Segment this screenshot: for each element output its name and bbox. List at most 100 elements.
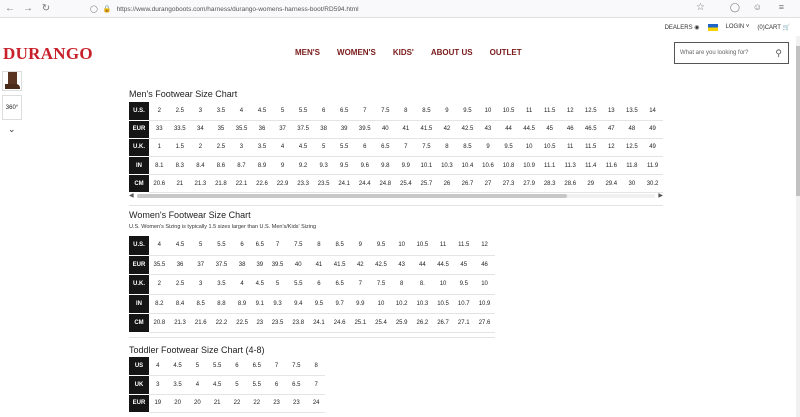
menu-icon[interactable]: ≡ <box>779 2 784 12</box>
nav-kids[interactable]: KIDS' <box>393 48 414 57</box>
size-cell: 42 <box>436 120 458 139</box>
size-cell: 7 <box>395 138 417 158</box>
address-bar[interactable]: ◯ 🔒 https://www.durangoboots.com/harness… <box>90 2 680 16</box>
nav-outlet[interactable]: OUTLET <box>490 48 522 57</box>
size-cell: 9 <box>436 102 458 121</box>
size-cell: 10 <box>477 102 499 121</box>
size-cell: 6.5 <box>252 236 268 256</box>
page-scrollbar-thumb[interactable] <box>796 46 800 196</box>
size-cell: 7 <box>267 236 288 256</box>
size-cell: 10.4 <box>457 156 478 176</box>
size-cell: 42.5 <box>457 120 478 139</box>
size-cell: 26.7 <box>432 313 454 334</box>
size-cell: 9.4 <box>287 294 309 315</box>
size-cell: 8.8 <box>211 294 232 315</box>
size-cell: 9 <box>272 156 293 176</box>
size-cell: 10.5 <box>412 236 433 256</box>
section-divider <box>129 337 495 338</box>
toddler-size-table: US 4 4.5 5 5.5 6 6.5 7 7.5 8 UK 3 3.5 4 4.5 5 5.5 6 6.5 7 EU… <box>129 357 325 413</box>
nav-womens[interactable]: WOMEN'S <box>337 48 376 57</box>
size-cell: 4 <box>231 274 253 295</box>
size-cell: 22.1 <box>231 174 252 194</box>
reload-icon[interactable]: ↻ <box>38 1 54 17</box>
table-row: UK 3 3.5 4 4.5 5 5.5 6 6.5 7 <box>129 375 325 395</box>
size-cell: 7 <box>307 375 325 395</box>
size-cell: 11 <box>518 102 540 121</box>
nav-mens[interactable]: MEN'S <box>295 48 320 57</box>
size-cell: 49 <box>642 120 663 139</box>
size-cell: 3 <box>190 274 212 295</box>
size-cell: 37 <box>190 255 212 276</box>
size-cell: 4 <box>149 236 170 256</box>
nav-about-us[interactable]: ABOUT US <box>431 48 473 57</box>
table-row: US 4 4.5 5 5.5 6 6.5 7 7.5 8 <box>129 357 325 376</box>
size-cell: 24.1 <box>333 174 355 194</box>
size-cell: 20.6 <box>149 174 170 194</box>
size-cell: 10.3 <box>436 156 458 176</box>
size-cell: 25.4 <box>370 313 392 334</box>
view-360-thumbnail[interactable]: 360° <box>2 95 22 120</box>
scroll-right-icon[interactable]: ▶ <box>658 192 663 199</box>
bookmark-star-icon[interactable]: ☆ <box>696 2 705 13</box>
shield-toolbar-icon[interactable]: ◯ <box>730 2 740 13</box>
size-cell: 40 <box>375 120 396 139</box>
scroll-thumb[interactable] <box>137 194 567 198</box>
row-header: CM <box>129 174 149 194</box>
size-cell: 36 <box>251 120 273 139</box>
size-cell: 45 <box>539 120 560 139</box>
row-header: U.S. <box>129 102 149 121</box>
size-cell: 10.3 <box>412 294 433 315</box>
thumbnail-next-chevron-icon[interactable]: ⌄ <box>8 124 16 135</box>
size-cell: 5 <box>188 357 207 376</box>
size-cell: 10.2 <box>391 294 413 315</box>
size-cell: 8.5 <box>190 294 212 315</box>
search-input[interactable]: What are you looking for? ⚲ <box>674 42 789 64</box>
size-cell: 35 <box>210 120 232 139</box>
size-cell: 42 <box>349 255 371 276</box>
cart-link[interactable]: (0)CART 🛒 <box>757 24 790 31</box>
size-cell: 28.6 <box>559 174 581 194</box>
login-link[interactable]: LOGIN ˅ <box>726 24 750 30</box>
size-cell: 6.5 <box>329 274 350 295</box>
utility-bar: DEALERS ◉ LOGIN ˅ (0)CART 🛒 <box>665 20 790 34</box>
size-cell: 8 <box>308 236 330 256</box>
size-cell: 48 <box>621 120 643 139</box>
table-row: CM 20.8 21.3 21.6 22.2 22.5 23 23.5 23.8 24.1 24.6… <box>129 313 495 334</box>
table-row: EUR 35.5 36 37 37.5 38 39 39.5 40 41 41.5 42 42.5 43 4… <box>129 255 495 276</box>
size-cell: 6 <box>313 102 334 121</box>
page-scrollbar[interactable] <box>796 36 800 417</box>
size-cell: 8 <box>391 274 413 295</box>
size-cell: 42.5 <box>370 255 392 276</box>
scroll-left-icon[interactable]: ◀ <box>129 192 134 199</box>
size-cell: 38 <box>231 255 253 276</box>
size-cell: 9.5 <box>333 156 355 176</box>
size-cell: 23 <box>267 394 286 413</box>
search-icon[interactable]: ⚲ <box>775 48 782 59</box>
size-cell: 36 <box>169 255 191 276</box>
size-cell: 3 <box>190 102 211 121</box>
account-icon[interactable]: ☺ <box>753 2 762 12</box>
size-cell: 44.5 <box>432 255 454 276</box>
size-cell: 11.1 <box>539 156 560 176</box>
size-cell: 1.5 <box>169 138 191 158</box>
size-cell: 47 <box>601 120 622 139</box>
product-thumbnail[interactable] <box>2 71 22 91</box>
size-cell: 20 <box>166 394 189 413</box>
dealers-link[interactable]: DEALERS ◉ <box>665 24 700 31</box>
lock-icon[interactable]: 🔒 <box>103 5 112 13</box>
table-row: U.S. 4 4.5 5 5.5 6 6.5 7 7.5 8 8.5 9 9.5 10 10.5 11 11.5… <box>129 236 495 256</box>
forward-arrow-icon[interactable]: → <box>20 1 36 17</box>
table-row: IN 8.1 8.3 8.4 8.6 8.7 8.9 9 9.2 9.3 9.5 9.6 9.8 9.9 1… <box>129 156 663 176</box>
mens-table-scrollbar[interactable]: ◀ ▶ <box>129 193 663 199</box>
womens-size-table: U.S. 4 4.5 5 5.5 6 6.5 7 7.5 8 8.5 9 9.5 10 10.5 11 11.5… <box>129 236 495 334</box>
durango-logo[interactable]: DURANGO <box>3 44 93 64</box>
size-cell: 3 <box>149 375 167 395</box>
country-flag-icon[interactable] <box>707 23 718 31</box>
size-cell: 8.5 <box>329 236 350 256</box>
size-cell: 41 <box>308 255 330 276</box>
size-cell: 49 <box>642 138 663 158</box>
size-cell: 22 <box>245 394 268 413</box>
shield-icon[interactable]: ◯ <box>90 5 98 13</box>
back-arrow-icon[interactable]: ← <box>2 1 18 17</box>
size-cell: 11 <box>559 138 581 158</box>
